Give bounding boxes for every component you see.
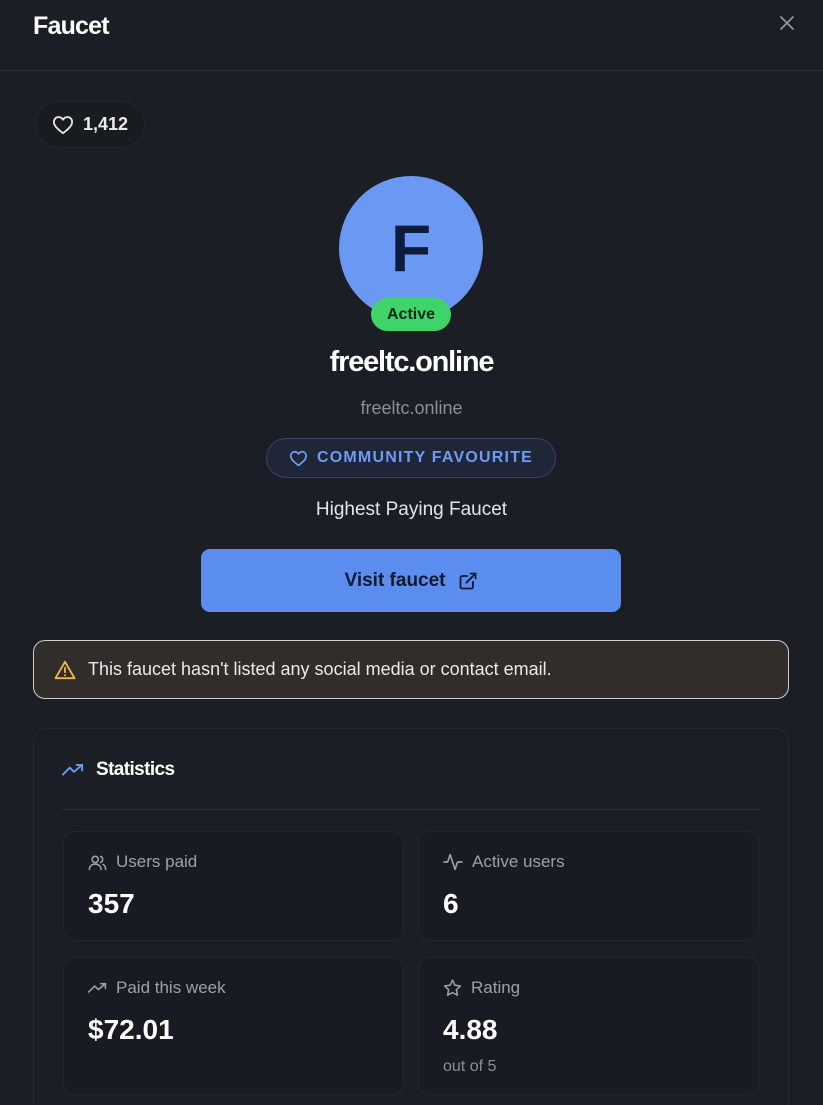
stat-value: $72.01 — [88, 1014, 174, 1045]
like-button[interactable]: 1,412 — [35, 101, 145, 148]
warning-text: This faucet hasn't listed any social med… — [88, 659, 552, 679]
faucet-tagline: Highest Paying Faucet — [315, 499, 508, 520]
close-icon — [779, 15, 795, 31]
stat-label: Rating — [471, 978, 521, 997]
activity-icon — [443, 853, 463, 871]
stat-value: 357 — [88, 888, 135, 919]
faucet-domain: freeltc.online — [360, 398, 463, 418]
divider — [62, 809, 760, 810]
stat-paid-this-week: Paid this week $72.01 — [63, 957, 404, 1095]
like-count: 1,412 — [83, 114, 129, 134]
stat-label-row: Users paid — [88, 852, 197, 872]
faucet-name: freeltc.online — [329, 346, 495, 378]
heart-icon — [52, 115, 74, 135]
heart-icon — [289, 450, 308, 467]
visit-faucet-label: Visit faucet — [344, 569, 446, 591]
panel-title: Faucet — [33, 12, 110, 40]
external-link-icon — [458, 571, 478, 591]
statistics-title: Statistics — [96, 759, 175, 780]
status-badge: Active — [371, 298, 451, 331]
stat-label-row: Paid this week — [88, 978, 226, 998]
stat-label-row: Rating — [443, 978, 520, 998]
users-icon — [88, 854, 107, 871]
visit-faucet-button[interactable]: Visit faucet — [201, 549, 621, 612]
panel-header: Faucet — [0, 0, 823, 71]
stat-users-paid: Users paid 357 — [63, 831, 404, 941]
trending-up-icon — [88, 982, 107, 994]
stat-label: Paid this week — [116, 978, 226, 997]
stat-value: 6 — [443, 888, 459, 919]
stat-value: 4.88 — [443, 1014, 498, 1045]
star-icon — [443, 979, 462, 997]
stat-active-users: Active users 6 — [418, 831, 759, 941]
faucet-detail-panel: Faucet 1,412 F Active freeltc.online fre… — [0, 0, 823, 1105]
trending-up-icon — [62, 763, 84, 777]
close-button[interactable] — [776, 12, 798, 34]
statistics-card: Statistics Users paid 357 Active users 6… — [33, 728, 789, 1105]
stat-rating: Rating 4.88 out of 5 — [418, 957, 759, 1095]
stat-label-row: Active users — [443, 852, 565, 872]
stat-label: Active users — [472, 852, 565, 871]
missing-contact-warning: This faucet hasn't listed any social med… — [33, 640, 789, 699]
community-favourite-badge: COMMUNITY FAVOURITE — [266, 438, 556, 478]
stat-subtext: out of 5 — [443, 1058, 497, 1075]
statistics-header: Statistics — [62, 759, 175, 781]
stat-label: Users paid — [116, 852, 198, 871]
warning-triangle-icon — [54, 660, 76, 680]
community-favourite-label: COMMUNITY FAVOURITE — [317, 449, 533, 466]
